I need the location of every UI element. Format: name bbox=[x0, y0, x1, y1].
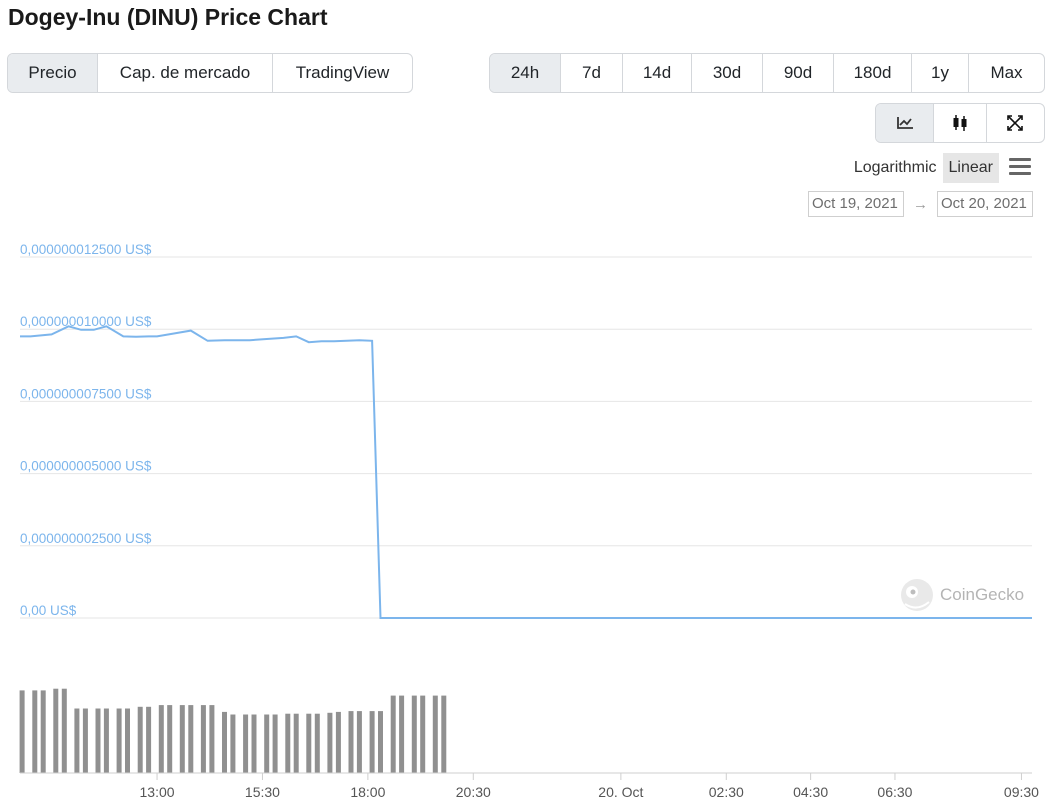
volume-bar bbox=[200, 705, 206, 773]
x-tick-label: 18:00 bbox=[350, 784, 385, 800]
volume-bar bbox=[167, 705, 173, 773]
volume-bar bbox=[137, 706, 143, 773]
volume-bar bbox=[125, 708, 130, 773]
y-tick-label: 0,000000007500 US$ bbox=[20, 386, 152, 401]
volume-bar bbox=[82, 708, 88, 773]
volume-bar bbox=[335, 711, 341, 773]
volume-bar bbox=[306, 713, 312, 773]
y-tick-label: 0,000000002500 US$ bbox=[20, 531, 152, 546]
volume-bar bbox=[285, 713, 291, 773]
volume-bar bbox=[378, 711, 383, 773]
volume-bar bbox=[293, 713, 299, 773]
volume-bar bbox=[369, 711, 375, 773]
volume-bar bbox=[179, 705, 185, 773]
price-chart[interactable]: 0,000000012500 US$ 0,000000010000 US$ 0,00… bbox=[0, 0, 1057, 808]
volume-bar bbox=[53, 688, 59, 773]
volume-bar bbox=[390, 695, 396, 773]
volume-bar bbox=[146, 706, 152, 773]
volume-bar bbox=[441, 695, 447, 773]
x-tick-label: 02:30 bbox=[709, 784, 744, 800]
coingecko-watermark: CoinGecko bbox=[901, 579, 1024, 611]
volume-bar bbox=[314, 713, 320, 773]
x-tick-label: 15:30 bbox=[245, 784, 280, 800]
y-tick-label: 0,00 US$ bbox=[20, 603, 77, 618]
y-tick-label: 0,000000012500 US$ bbox=[20, 242, 152, 257]
price-series-line bbox=[20, 325, 1032, 619]
volume-bar bbox=[61, 688, 67, 773]
volume-bar bbox=[264, 714, 270, 773]
volume-bar bbox=[40, 690, 46, 773]
y-tick-label: 0,000000010000 US$ bbox=[20, 314, 152, 329]
volume-bar bbox=[399, 695, 405, 773]
y-tick-label: 0,000000005000 US$ bbox=[20, 459, 152, 474]
volume-bar bbox=[327, 712, 333, 773]
x-tick-label: 20. Oct bbox=[598, 784, 643, 800]
volume-bar bbox=[188, 705, 194, 773]
x-tick-label: 13:00 bbox=[140, 784, 175, 800]
volume-bar bbox=[356, 711, 362, 773]
volume-bar bbox=[432, 695, 438, 773]
watermark-text: CoinGecko bbox=[940, 585, 1024, 604]
volume-bar bbox=[348, 711, 354, 773]
volume-bar bbox=[272, 714, 278, 773]
volume-bar bbox=[95, 708, 101, 773]
x-tick-label: 09:30 bbox=[1004, 784, 1039, 800]
volume-bar bbox=[209, 705, 215, 773]
coingecko-logo-icon bbox=[901, 579, 933, 611]
volume-bar bbox=[251, 714, 257, 773]
x-tick-label: 06:30 bbox=[877, 784, 912, 800]
volume-bar bbox=[158, 705, 164, 773]
volume-bar bbox=[243, 714, 249, 773]
volume-bar bbox=[230, 714, 236, 773]
volume-bar bbox=[222, 711, 227, 773]
volume-bar bbox=[116, 708, 122, 773]
volume-bar bbox=[411, 695, 417, 773]
x-tick-label: 04:30 bbox=[793, 784, 828, 800]
volume-bar bbox=[420, 695, 426, 773]
volume-bar bbox=[74, 708, 80, 773]
volume-bar bbox=[19, 690, 25, 773]
volume-bar bbox=[32, 690, 38, 773]
x-tick-label: 20:30 bbox=[456, 784, 491, 800]
volume-bar bbox=[103, 708, 109, 773]
